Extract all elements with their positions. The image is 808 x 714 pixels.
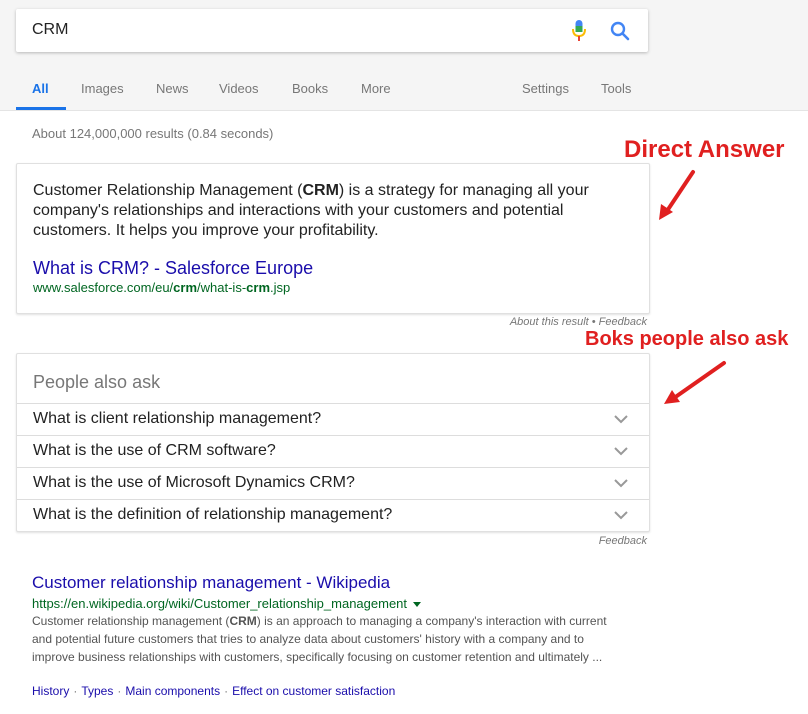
direct-answer-text: Customer Relationship Management (CRM) i…	[33, 181, 613, 241]
tab-settings[interactable]: Settings	[522, 81, 569, 96]
paa-question: What is the use of Microsoft Dynamics CR…	[33, 474, 355, 491]
result-stats: About 124,000,000 results (0.84 seconds)	[32, 126, 274, 141]
sitelinks: History · Types · Main components · Effect on …	[32, 684, 395, 698]
arrow-icon	[664, 361, 726, 404]
url-bold: crm	[173, 280, 198, 295]
paa-question-row[interactable]: What is the use of CRM software?	[17, 435, 649, 468]
annotation-people-also-ask: Boks people also ask	[585, 328, 789, 350]
caret-down-icon[interactable]	[413, 602, 422, 608]
about-this-result-link[interactable]: About this result • Feedback	[420, 316, 647, 328]
tab-images[interactable]: Images	[81, 81, 124, 96]
annotation-direct-answer: Direct Answer	[624, 136, 785, 163]
separator: ·	[117, 684, 122, 698]
url-part: www.salesforce.com/eu/	[33, 280, 174, 295]
tab-all[interactable]: All	[32, 81, 49, 96]
answer-text-part: Customer Relationship Management (	[33, 182, 303, 199]
sitelink-effect-on-customer-satisfaction[interactable]: Effect on customer satisfaction	[232, 684, 395, 698]
separator: ·	[224, 684, 229, 698]
top-bar: CRM All Images News Videos Books More Se…	[0, 0, 808, 110]
search-icon[interactable]	[610, 21, 630, 41]
search-result-url: https://en.wikipedia.org/wiki/Customer_r…	[32, 596, 422, 611]
paa-question: What is client relationship management?	[33, 410, 322, 427]
url-part: /what-is-	[197, 280, 247, 295]
direct-answer-url: www.salesforce.com/eu/crm/what-is-crm.js…	[33, 280, 290, 295]
tab-videos[interactable]: Videos	[219, 81, 259, 96]
paa-question-row[interactable]: What is client relationship management?	[17, 403, 649, 436]
result-url-text: https://en.wikipedia.org/wiki/Customer_r…	[32, 596, 408, 611]
tab-news[interactable]: News	[156, 81, 189, 96]
paa-question-row[interactable]: What is the use of Microsoft Dynamics CR…	[17, 467, 649, 500]
search-result-snippet: Customer relationship management (CRM) i…	[32, 612, 622, 666]
url-bold: crm	[246, 280, 271, 295]
search-result-title-link[interactable]: Customer relationship management - Wikip…	[32, 573, 390, 593]
direct-answer-card: Customer Relationship Management (CRM) i…	[16, 163, 650, 314]
paa-question: What is the use of CRM software?	[33, 442, 276, 459]
answer-text-bold: CRM	[302, 182, 339, 199]
desc-bold: CRM	[229, 614, 257, 628]
feedback-link[interactable]: Feedback	[560, 535, 647, 547]
microphone-icon[interactable]	[572, 20, 586, 42]
chevron-down-icon	[614, 415, 628, 424]
direct-answer-link[interactable]: What is CRM? - Salesforce Europe	[33, 258, 313, 279]
tab-tools[interactable]: Tools	[601, 81, 631, 96]
people-also-ask-card: People also ask What is client relations…	[16, 353, 650, 532]
search-box[interactable]: CRM	[16, 9, 648, 52]
search-input[interactable]: CRM	[32, 21, 68, 39]
sitelink-history[interactable]: History	[32, 684, 69, 698]
chevron-down-icon	[614, 511, 628, 520]
people-also-ask-title: People also ask	[33, 372, 161, 392]
sitelink-types[interactable]: Types	[81, 684, 113, 698]
tab-more[interactable]: More	[361, 81, 391, 96]
sitelink-main-components[interactable]: Main components	[125, 684, 220, 698]
chevron-down-icon	[614, 479, 628, 488]
desc-part: Customer relationship management (	[32, 614, 230, 628]
arrow-icon	[659, 170, 695, 220]
url-part: .jsp	[270, 280, 291, 295]
separator: ·	[73, 684, 78, 698]
paa-question-row[interactable]: What is the definition of relationship m…	[17, 499, 649, 532]
paa-question: What is the definition of relationship m…	[33, 506, 393, 523]
divider	[0, 110, 808, 111]
tab-books[interactable]: Books	[292, 81, 328, 96]
chevron-down-icon	[614, 447, 628, 456]
